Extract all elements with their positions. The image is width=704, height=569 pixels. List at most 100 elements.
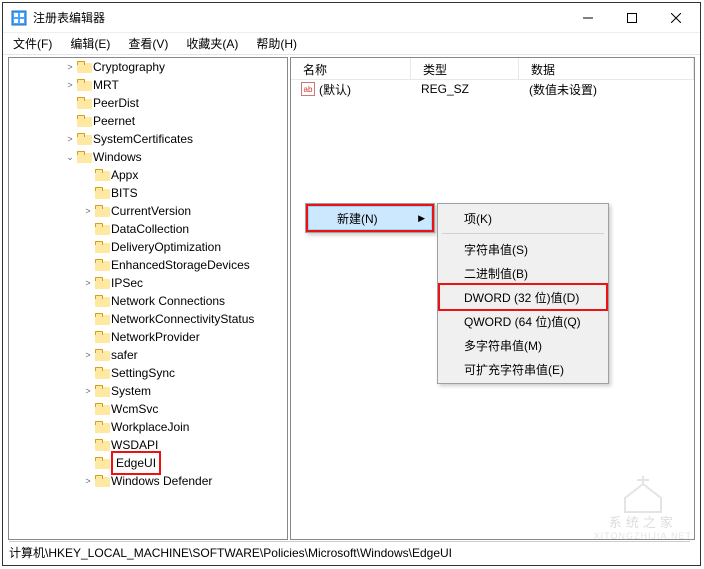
menu-file[interactable]: 文件(F) xyxy=(9,33,56,54)
tree-item-label: Cryptography xyxy=(93,58,165,76)
tree-item-label: Network Connections xyxy=(111,292,225,310)
tree-item[interactable]: > IPSec xyxy=(9,274,287,292)
minimize-button[interactable] xyxy=(566,4,610,32)
tree-item[interactable]: PeerDist xyxy=(9,94,287,112)
tree-item[interactable]: DeliveryOptimization xyxy=(9,238,287,256)
no-expand xyxy=(81,168,95,182)
menu-separator xyxy=(442,233,604,234)
tree-item[interactable]: Appx xyxy=(9,166,287,184)
registry-tree[interactable]: >Cryptography>MRTPeerDistPeernet>SystemC… xyxy=(9,58,287,539)
expand-icon[interactable]: > xyxy=(81,384,95,398)
expand-icon[interactable]: > xyxy=(63,78,77,92)
folder-icon xyxy=(95,421,111,434)
tree-item-label: Windows xyxy=(93,148,142,166)
expand-icon[interactable]: > xyxy=(63,132,77,146)
expand-icon[interactable]: > xyxy=(63,60,77,74)
header-type[interactable]: 类型 xyxy=(411,58,519,79)
tree-item[interactable]: Network Connections xyxy=(9,292,287,310)
no-expand xyxy=(63,96,77,110)
menu-view[interactable]: 查看(V) xyxy=(124,33,172,54)
no-expand xyxy=(81,312,95,326)
menu-new-key[interactable]: 项(K) xyxy=(440,206,606,230)
tree-item-label: Peernet xyxy=(93,112,135,130)
tree-item-label: PeerDist xyxy=(93,94,139,112)
value-name: (默认) xyxy=(319,81,351,98)
menu-new-expandstring[interactable]: 可扩充字符串值(E) xyxy=(440,357,606,381)
expand-icon[interactable]: > xyxy=(81,204,95,218)
folder-icon xyxy=(95,367,111,380)
list-body[interactable]: ab(默认)REG_SZ(数值未设置) xyxy=(291,80,694,98)
tree-item[interactable]: Peernet xyxy=(9,112,287,130)
menu-new-multistring[interactable]: 多字符串值(M) xyxy=(440,333,606,357)
tree-item[interactable]: > safer xyxy=(9,346,287,364)
folder-icon xyxy=(95,349,111,362)
tree-item[interactable]: > Cryptography xyxy=(9,58,287,76)
tree-item[interactable]: BITS xyxy=(9,184,287,202)
menu-help[interactable]: 帮助(H) xyxy=(252,33,301,54)
tree-item[interactable]: > MRT xyxy=(9,76,287,94)
tree-item-label: DeliveryOptimization xyxy=(111,238,221,256)
tree-item-label: IPSec xyxy=(111,274,143,292)
tree-panel: >Cryptography>MRTPeerDistPeernet>SystemC… xyxy=(8,57,288,540)
folder-icon xyxy=(77,115,93,128)
tree-item[interactable]: NetworkConnectivityStatus xyxy=(9,310,287,328)
submenu-arrow-icon: ▶ xyxy=(418,213,425,224)
context-submenu-new: 项(K) 字符串值(S) 二进制值(B) DWORD (32 位)值(D) QW… xyxy=(437,203,609,384)
tree-item[interactable]: DataCollection xyxy=(9,220,287,238)
statusbar: 计算机\HKEY_LOCAL_MACHINE\SOFTWARE\Policies… xyxy=(9,541,690,561)
menu-new-string[interactable]: 字符串值(S) xyxy=(440,237,606,261)
expand-icon[interactable]: > xyxy=(81,474,95,488)
folder-icon xyxy=(95,331,111,344)
tree-item[interactable]: EnhancedStorageDevices xyxy=(9,256,287,274)
menu-new[interactable]: 新建(N) ▶ xyxy=(308,206,432,230)
expand-icon[interactable]: > xyxy=(81,276,95,290)
tree-item[interactable]: ⌄ Windows xyxy=(9,148,287,166)
tree-item[interactable]: > CurrentVersion xyxy=(9,202,287,220)
no-expand xyxy=(63,114,77,128)
folder-icon xyxy=(95,169,111,182)
tree-item-label: SettingSync xyxy=(111,364,175,382)
folder-icon xyxy=(95,241,111,254)
header-name[interactable]: 名称 xyxy=(291,58,411,79)
tree-item-label: WcmSvc xyxy=(111,400,158,418)
tree-item[interactable]: WcmSvc xyxy=(9,400,287,418)
list-row[interactable]: ab(默认)REG_SZ(数值未设置) xyxy=(291,80,694,98)
tree-item-label: MRT xyxy=(93,76,119,94)
menu-new-qword[interactable]: QWORD (64 位)值(Q) xyxy=(440,309,606,333)
tree-item[interactable]: SettingSync xyxy=(9,364,287,382)
collapse-icon[interactable]: ⌄ xyxy=(63,150,77,164)
folder-icon xyxy=(77,133,93,146)
header-data[interactable]: 数据 xyxy=(519,58,694,79)
folder-icon xyxy=(77,97,93,110)
no-expand xyxy=(81,258,95,272)
tree-item[interactable]: >SystemCertificates xyxy=(9,130,287,148)
no-expand xyxy=(81,438,95,452)
statusbar-path: 计算机\HKEY_LOCAL_MACHINE\SOFTWARE\Policies… xyxy=(9,544,452,561)
close-button[interactable] xyxy=(654,4,698,32)
tree-item-label: Appx xyxy=(111,166,138,184)
regedit-icon xyxy=(11,10,27,26)
menu-edit[interactable]: 编辑(E) xyxy=(66,33,114,54)
folder-icon xyxy=(95,259,111,272)
menu-favorites[interactable]: 收藏夹(A) xyxy=(182,33,242,54)
tree-item[interactable]: NetworkProvider xyxy=(9,328,287,346)
tree-item-label: WorkplaceJoin xyxy=(111,418,189,436)
tree-item[interactable]: >System xyxy=(9,382,287,400)
folder-icon xyxy=(77,151,93,164)
tree-item-label: safer xyxy=(111,346,138,364)
menu-new-dword[interactable]: DWORD (32 位)值(D) xyxy=(440,285,606,309)
tree-item-label: NetworkProvider xyxy=(111,328,200,346)
menu-new-binary[interactable]: 二进制值(B) xyxy=(440,261,606,285)
folder-icon xyxy=(95,187,111,200)
tree-item-label: CurrentVersion xyxy=(111,202,191,220)
maximize-button[interactable] xyxy=(610,4,654,32)
menu-new-label: 新建(N) xyxy=(337,210,378,227)
no-expand xyxy=(81,222,95,236)
expand-icon[interactable]: > xyxy=(81,348,95,362)
tree-item[interactable]: >Windows Defender xyxy=(9,472,287,490)
folder-icon xyxy=(95,223,111,236)
tree-item[interactable]: WorkplaceJoin xyxy=(9,418,287,436)
tree-item-label: BITS xyxy=(111,184,138,202)
window-title: 注册表编辑器 xyxy=(33,9,566,26)
tree-item[interactable]: EdgeUI xyxy=(9,454,287,472)
